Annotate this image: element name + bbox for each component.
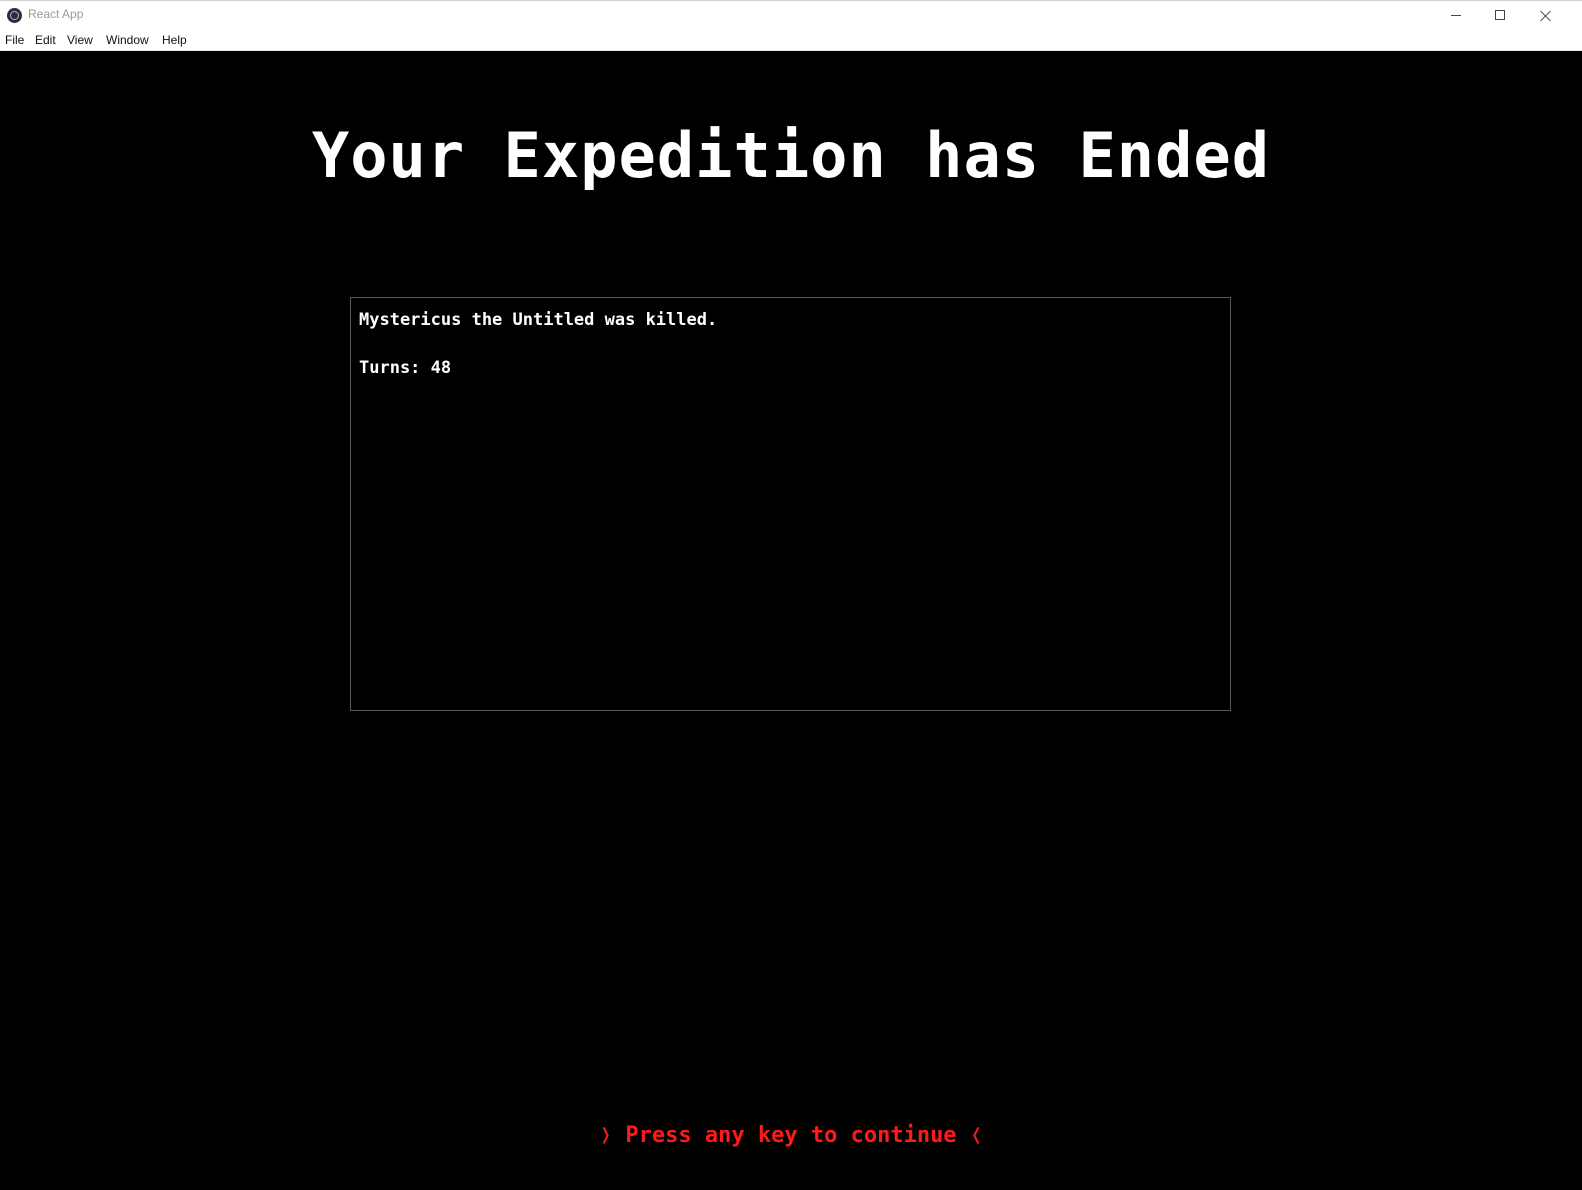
continue-prompt[interactable]: ❭ Press any key to continue ❬ [0, 1121, 1582, 1151]
close-button[interactable] [1523, 1, 1568, 30]
death-message: Mystericus the Untitled was killed. [359, 310, 718, 330]
title-bar: React App [0, 0, 1582, 30]
menu-view[interactable]: View [67, 33, 93, 47]
minimize-button[interactable] [1434, 1, 1479, 30]
maximize-icon [1495, 10, 1505, 20]
game-screen[interactable]: Your Expedition has Ended Mystericus the… [0, 51, 1582, 1190]
electron-icon [7, 8, 22, 23]
menu-bar: File Edit View Window Help [0, 30, 1582, 51]
menu-file[interactable]: File [5, 33, 24, 47]
expedition-summary-panel: Mystericus the Untitled was killed. Turn… [350, 297, 1231, 711]
window-title: React App [28, 7, 84, 21]
page-title: Your Expedition has Ended [311, 119, 1271, 192]
minimize-icon [1451, 10, 1462, 21]
menu-window[interactable]: Window [106, 33, 149, 47]
close-icon [1540, 10, 1551, 21]
menu-edit[interactable]: Edit [35, 33, 56, 47]
menu-help[interactable]: Help [162, 33, 187, 47]
maximize-button[interactable] [1478, 1, 1523, 30]
turns-count: Turns: 48 [359, 358, 452, 378]
